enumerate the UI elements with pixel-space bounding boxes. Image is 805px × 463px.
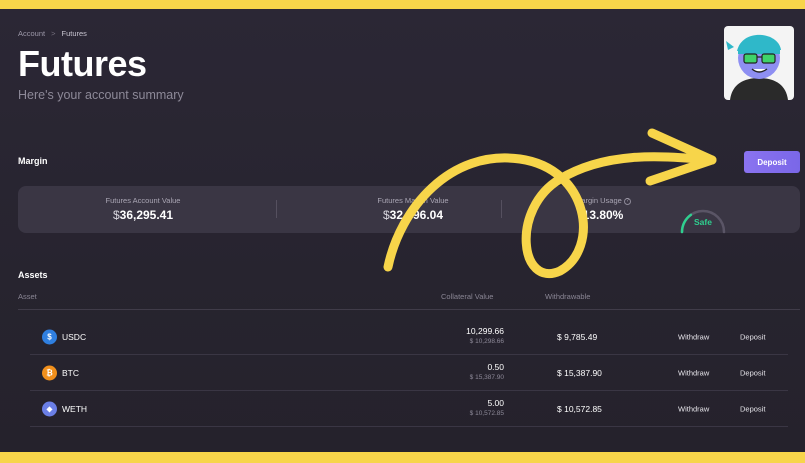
futures-margin-value: Futures Margin Value $32,396.04 [323,196,503,222]
deposit-button[interactable]: Deposit [740,332,765,341]
collateral-usd: $ 15,387.90 [469,374,504,381]
collateral-usd: $ 10,298.66 [469,338,504,345]
page-title: Futures [18,43,147,84]
currency-symbol: $ [112,208,120,222]
assets-section-title: Assets [18,270,48,280]
margin-usage: Margin Usage ? 13.80% [563,196,643,222]
app-window: Account > Futures Futures Here's your ac… [0,9,805,452]
collateral-amount: 10,299.66 [466,326,504,336]
account-value-number: 36,295.41 [119,208,174,222]
withdrawable-value: $ 10,572.85 [557,403,602,414]
collateral-amount: 5.00 [487,398,504,408]
info-icon[interactable]: ? [623,197,631,205]
margin-summary-card: Futures Account Value $36,295.41 Futures… [18,186,800,234]
collateral-value: 5.00 $ 10,572.85 [470,398,504,417]
withdrawable-value: $ 9,785.49 [557,331,598,342]
table-header-divider [18,309,800,310]
futures-account-value-amount: $36,295.41 [58,208,228,222]
breadcrumb-separator: > [51,29,56,38]
currency-symbol: $ [382,208,390,222]
deposit-button[interactable]: Deposit [740,368,765,377]
asset-symbol: USDC [62,331,87,342]
breadcrumb: Account > Futures [18,29,87,38]
column-header-collateral: Collateral Value [441,292,494,301]
metric-divider [276,200,277,218]
collateral-value: 10,299.66 $ 10,298.66 [466,326,504,345]
avatar[interactable] [724,26,794,100]
gauge-fill [680,213,693,234]
collateral-value: 0.50 $ 15,387.90 [470,362,504,381]
margin-section-title: Margin [18,156,48,166]
avatar-illustration [724,26,794,100]
asset-symbol: BTC [62,367,79,378]
page-subtitle: Here's your account summary [18,88,184,102]
column-header-asset: Asset [18,292,37,301]
usdc-icon: $ [42,329,57,344]
btc-icon: ₿ [42,365,57,380]
margin-usage-label: Margin Usage ? [563,196,643,205]
deposit-button[interactable]: Deposit [744,151,800,173]
futures-margin-value-label: Futures Margin Value [377,196,449,205]
withdrawable-value: $ 15,387.90 [557,367,602,378]
futures-account-value-label: Futures Account Value [105,196,181,205]
withdraw-button[interactable]: Withdraw [678,332,709,341]
deposit-button[interactable]: Deposit [740,404,765,413]
weth-icon: ◆ [42,401,57,416]
metric-divider [501,200,502,218]
safety-status: Safe [694,217,712,227]
futures-account-value: Futures Account Value $36,295.41 [58,196,228,222]
margin-value-number: 32,396.04 [389,208,444,222]
withdraw-button[interactable]: Withdraw [678,404,709,413]
table-row: ₿ BTC 0.50 $ 15,387.90 $ 15,387.90 Withd… [30,355,788,391]
collateral-usd: $ 10,572.85 [469,410,504,417]
collateral-amount: 0.50 [487,362,504,372]
breadcrumb-current: Futures [61,29,87,38]
futures-margin-value-amount: $32,396.04 [323,208,503,222]
breadcrumb-account-link[interactable]: Account [18,29,45,38]
column-header-withdrawable: Withdrawable [545,292,591,301]
table-row: $ USDC 10,299.66 $ 10,298.66 $ 9,785.49 … [30,319,788,355]
withdraw-button[interactable]: Withdraw [678,368,709,377]
asset-symbol: WETH [62,403,88,414]
margin-usage-value: 13.80% [582,208,624,222]
margin-safety-gauge: Safe [680,209,726,234]
table-row: ◆ WETH 5.00 $ 10,572.85 $ 10,572.85 With… [30,391,788,427]
